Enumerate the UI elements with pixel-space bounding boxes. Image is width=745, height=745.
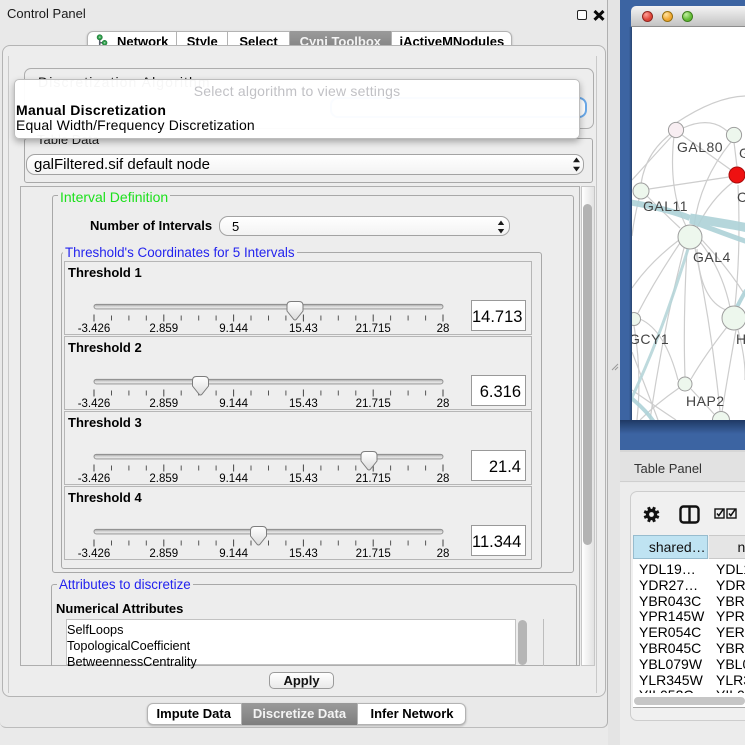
- svg-text:-3.426: -3.426: [78, 398, 111, 409]
- svg-text:-3.426: -3.426: [78, 323, 111, 334]
- svg-text:-3.426: -3.426: [78, 473, 111, 484]
- svg-text:GAL11: GAL11: [643, 198, 688, 214]
- svg-text:15.43: 15.43: [289, 548, 318, 559]
- svg-text:21.715: 21.715: [356, 323, 391, 334]
- svg-text:21.715: 21.715: [356, 548, 391, 559]
- svg-text:28: 28: [437, 473, 450, 484]
- svg-text:9.144: 9.144: [219, 323, 248, 334]
- svg-text:GCY1: GCY1: [632, 331, 669, 347]
- svg-text:15.43: 15.43: [289, 473, 318, 484]
- svg-text:28: 28: [437, 398, 450, 409]
- svg-text:HAP2: HAP2: [686, 393, 725, 409]
- svg-text:28: 28: [437, 323, 450, 334]
- svg-text:GAL80: GAL80: [677, 139, 723, 155]
- svg-text:H: H: [736, 331, 745, 347]
- svg-text:-3.426: -3.426: [78, 548, 111, 559]
- svg-text:21.715: 21.715: [356, 473, 391, 484]
- svg-text:9.144: 9.144: [219, 548, 248, 559]
- svg-text:28: 28: [437, 548, 450, 559]
- svg-text:2.859: 2.859: [149, 398, 178, 409]
- svg-text:9.144: 9.144: [219, 473, 248, 484]
- svg-text:GAL4: GAL4: [693, 249, 731, 265]
- svg-text:9.144: 9.144: [219, 398, 248, 409]
- svg-text:15.43: 15.43: [289, 398, 318, 409]
- svg-text:2.859: 2.859: [149, 548, 178, 559]
- svg-text:2.859: 2.859: [149, 473, 178, 484]
- svg-text:2.859: 2.859: [149, 323, 178, 334]
- svg-text:21.715: 21.715: [356, 398, 391, 409]
- svg-text:GA: GA: [739, 145, 745, 161]
- svg-text:C: C: [737, 189, 745, 205]
- svg-text:15.43: 15.43: [289, 323, 318, 334]
